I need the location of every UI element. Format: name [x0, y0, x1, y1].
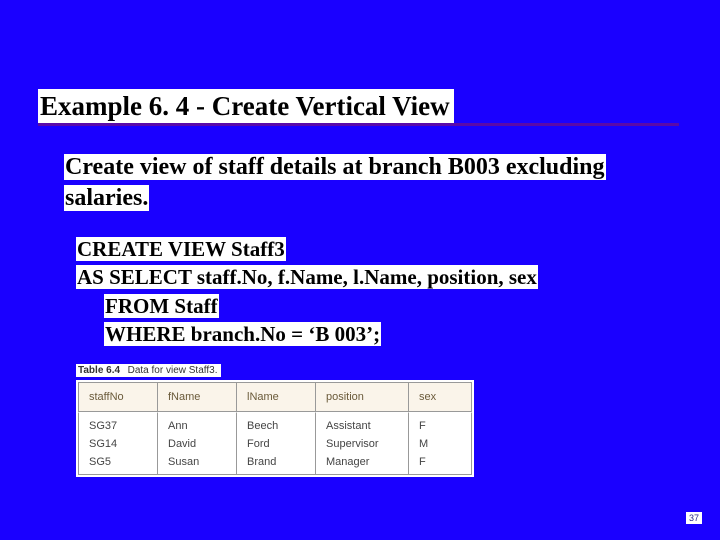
sql-line-1: CREATE VIEW Staff3: [76, 235, 670, 263]
th-sex: sex: [408, 382, 472, 412]
table-wrap: staffNo fName lName position sex SG37 An…: [76, 380, 474, 477]
cell-position: Manager: [315, 453, 408, 475]
slide-description: Create view of staff details at branch B…: [64, 152, 660, 213]
cell-fname: Ann: [157, 412, 236, 435]
table-caption-text: Data for view Staff3.: [126, 364, 220, 377]
slide-title: Example 6. 4 - Create Vertical View: [38, 90, 682, 123]
slide: Example 6. 4 - Create Vertical View Crea…: [0, 0, 720, 540]
cell-position: Assistant: [315, 412, 408, 435]
th-staffno: staffNo: [78, 382, 157, 412]
sql-line-1-text: CREATE VIEW Staff3: [76, 237, 286, 261]
cell-fname: David: [157, 435, 236, 453]
slide-description-text: Create view of staff details at branch B…: [64, 154, 606, 211]
cell-position: Supervisor: [315, 435, 408, 453]
sql-line-2: AS SELECT staff.No, f.Name, l.Name, posi…: [76, 263, 670, 291]
title-underline: [38, 123, 679, 126]
table-area: Table 6.4 Data for view Staff3. staffNo …: [76, 365, 474, 482]
cell-lname: Brand: [236, 453, 315, 475]
table-row: SG37 Ann Beech Assistant F: [78, 412, 472, 435]
table-row: SG14 David Ford Supervisor M: [78, 435, 472, 453]
th-lname: lName: [236, 382, 315, 412]
sql-line-3: FROM Staff: [76, 292, 670, 320]
table-row: SG5 Susan Brand Manager F: [78, 453, 472, 475]
sql-block: CREATE VIEW Staff3 AS SELECT staff.No, f…: [76, 235, 670, 348]
page-number: 37: [686, 512, 702, 524]
cell-sex: M: [408, 435, 472, 453]
cell-lname: Beech: [236, 412, 315, 435]
cell-lname: Ford: [236, 435, 315, 453]
slide-title-text: Example 6. 4 - Create Vertical View: [40, 91, 452, 121]
cell-staffno: SG37: [78, 412, 157, 435]
sql-line-4-text: WHERE branch.No = ‘B 003’;: [104, 322, 381, 346]
staff-table: staffNo fName lName position sex SG37 An…: [78, 382, 472, 475]
th-fname: fName: [157, 382, 236, 412]
cell-sex: F: [408, 453, 472, 475]
sql-line-3-text: FROM Staff: [104, 294, 219, 318]
table-caption-label: Table 6.4: [78, 365, 120, 376]
cell-sex: F: [408, 412, 472, 435]
cell-staffno: SG5: [78, 453, 157, 475]
sql-line-2-text: AS SELECT staff.No, f.Name, l.Name, posi…: [76, 265, 538, 289]
cell-staffno: SG14: [78, 435, 157, 453]
th-position: position: [315, 382, 408, 412]
table-header-row: staffNo fName lName position sex: [78, 382, 472, 412]
sql-line-4: WHERE branch.No = ‘B 003’;: [76, 320, 670, 348]
cell-fname: Susan: [157, 453, 236, 475]
table-caption: Table 6.4 Data for view Staff3.: [76, 365, 474, 376]
